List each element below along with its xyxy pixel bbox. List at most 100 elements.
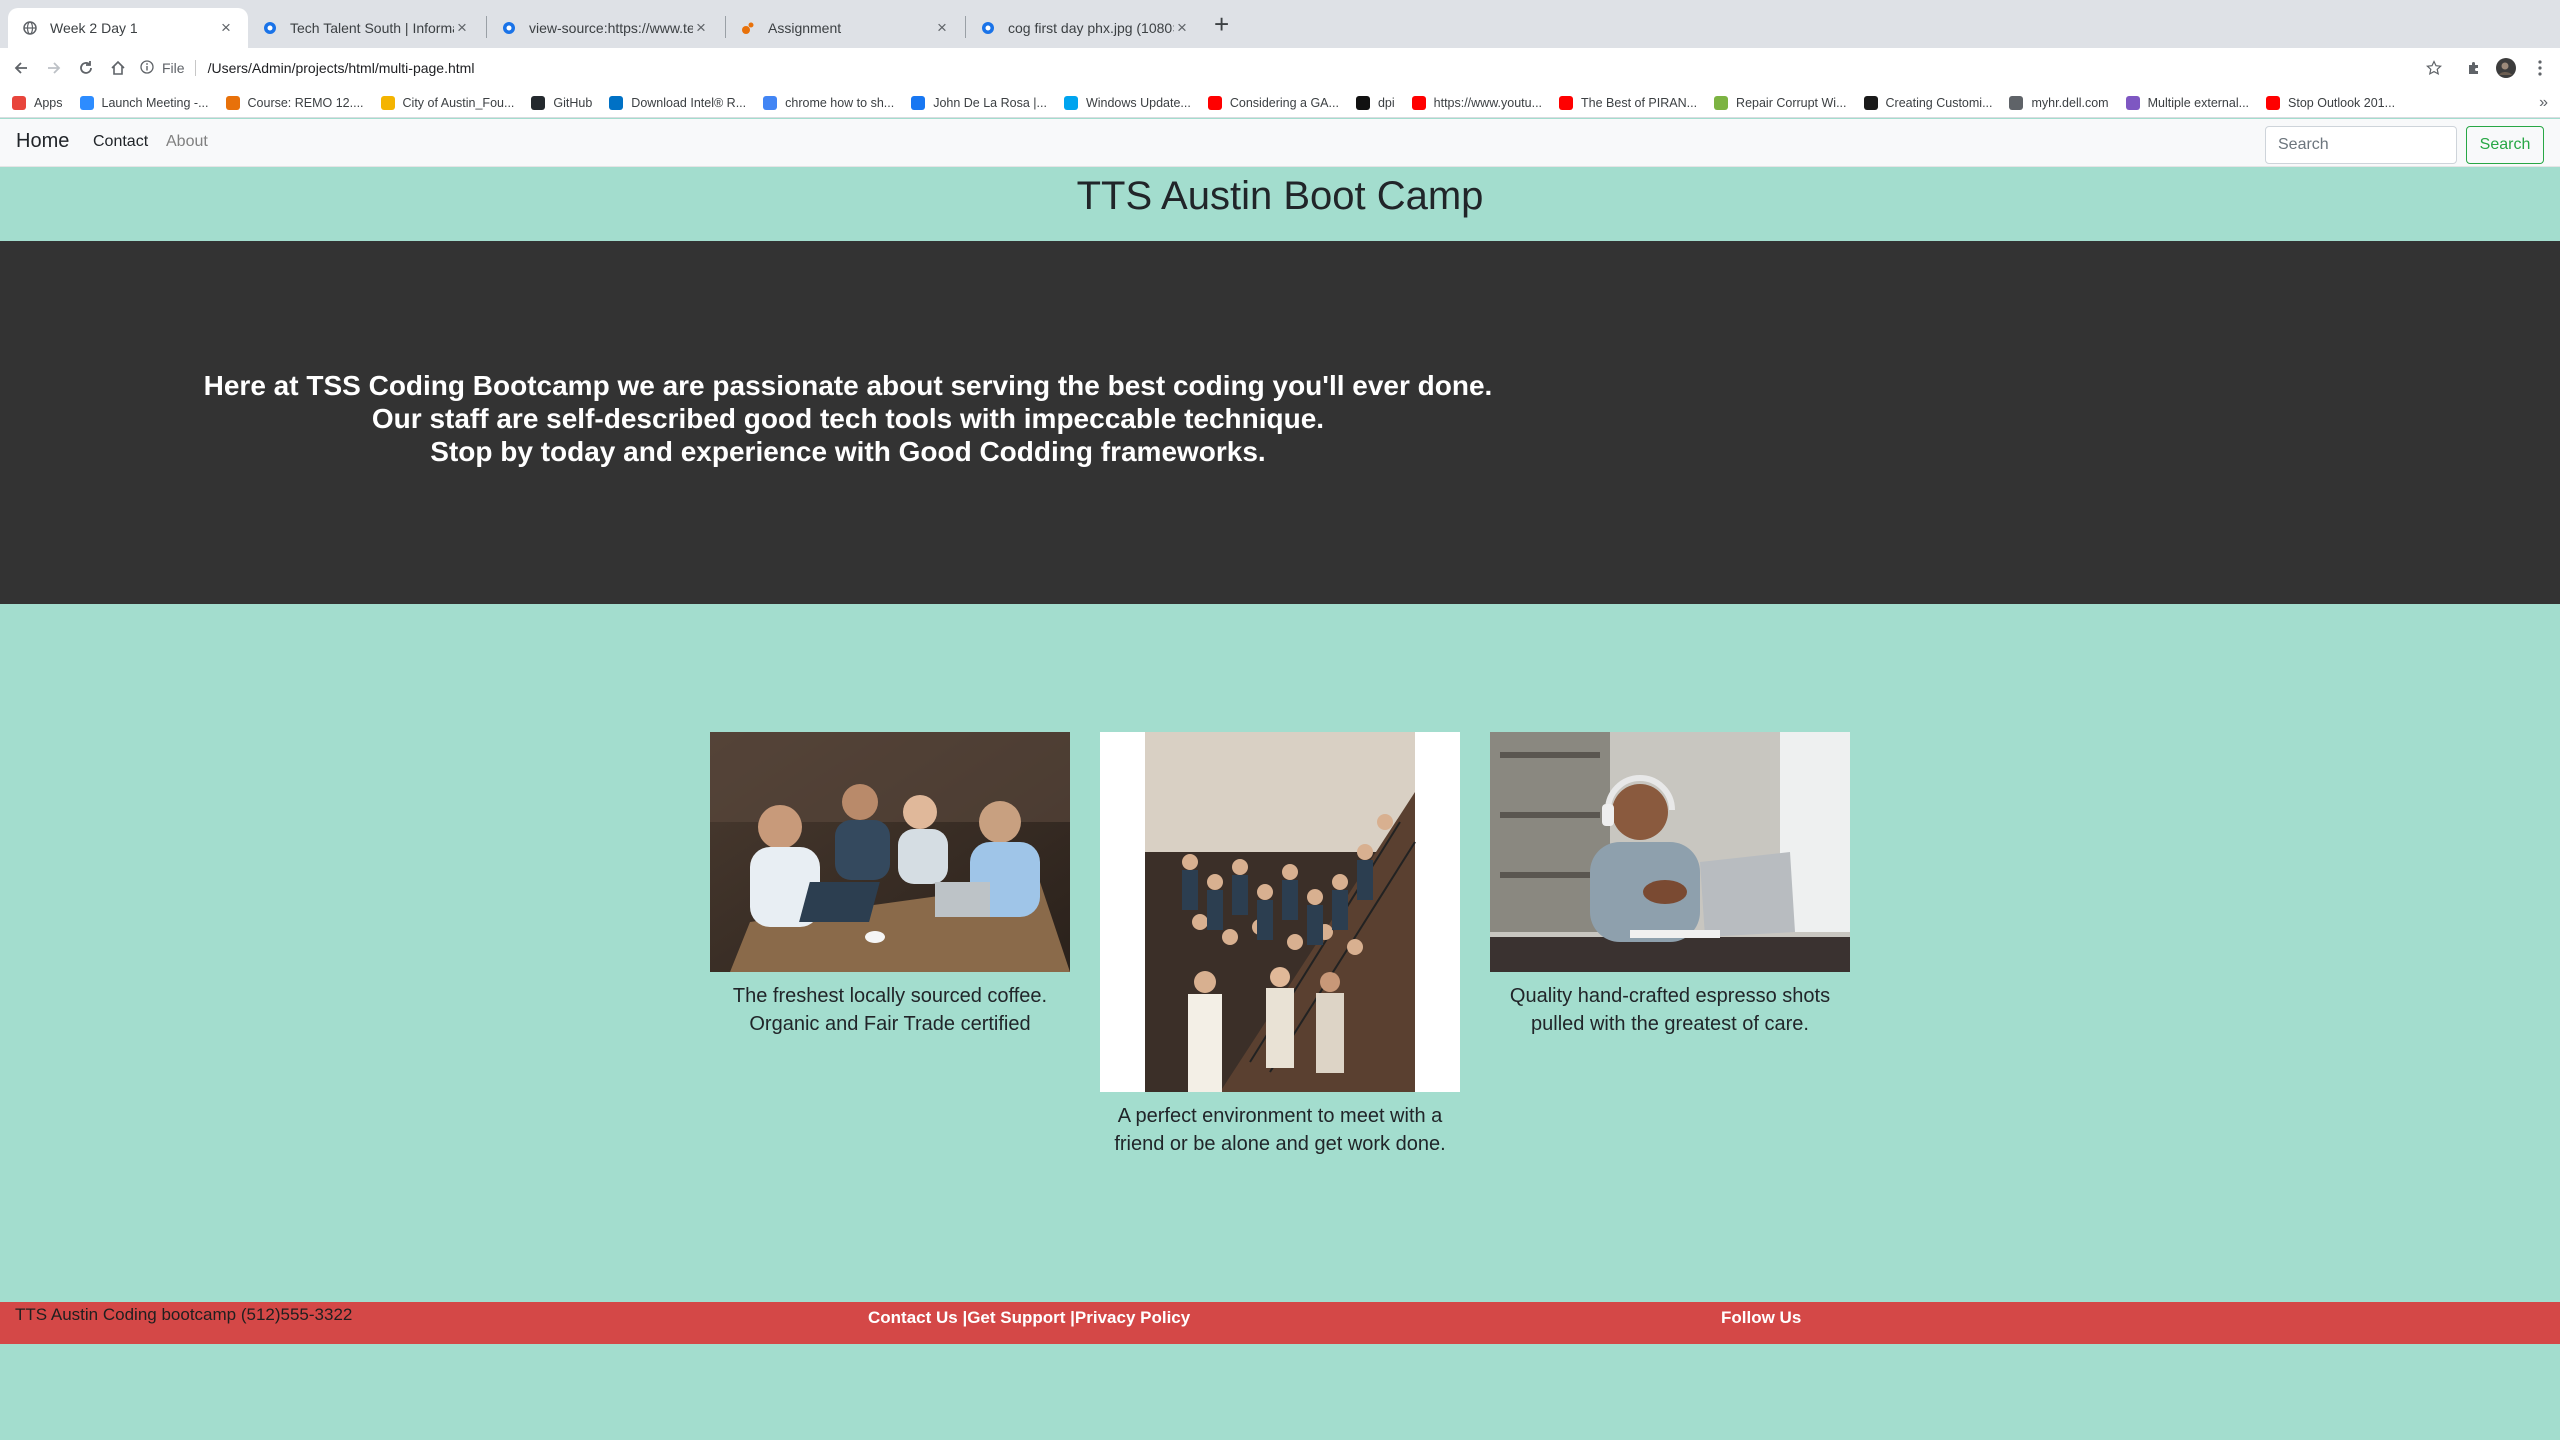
address-scheme-label: File bbox=[162, 60, 196, 76]
bookmark-item[interactable]: Launch Meeting -... bbox=[79, 95, 209, 110]
bookmark-favicon-icon bbox=[225, 95, 240, 110]
caption-line: A perfect environment to meet with a bbox=[1117, 1105, 1443, 1127]
tab-close-icon[interactable]: × bbox=[218, 18, 234, 38]
search-input[interactable] bbox=[2265, 126, 2457, 164]
bookmark-label: Creating Customi... bbox=[1885, 95, 1993, 110]
tab-close-icon[interactable]: × bbox=[454, 18, 470, 38]
nav-link-about[interactable]: About bbox=[166, 133, 208, 151]
tab-close-icon[interactable]: × bbox=[934, 18, 950, 38]
bookmark-item[interactable]: myhr.dell.com bbox=[2009, 95, 2109, 110]
bookmark-item[interactable]: Considering a GA... bbox=[1207, 95, 1339, 110]
card-caption: The freshest locally sourced coffee. Org… bbox=[710, 982, 1070, 1038]
bookmark-label: Stop Outlook 201... bbox=[2288, 95, 2396, 110]
back-icon[interactable] bbox=[9, 56, 33, 80]
feature-card: Quality hand-crafted espresso shots pull… bbox=[1490, 732, 1850, 1038]
card-caption: Quality hand-crafted espresso shots pull… bbox=[1490, 982, 1850, 1038]
new-tab-button[interactable]: + bbox=[1214, 11, 1229, 37]
nav-brand-home[interactable]: Home bbox=[16, 130, 69, 153]
bookmark-favicon-icon bbox=[911, 95, 926, 110]
info-icon[interactable] bbox=[140, 59, 154, 77]
bookmark-favicon-icon bbox=[1411, 95, 1426, 110]
man-laptop-photo bbox=[1490, 732, 1850, 972]
caption-line: friend or be alone and get work done. bbox=[1114, 1133, 1446, 1155]
bookmark-favicon-icon bbox=[2009, 95, 2024, 110]
caption-line: The freshest locally sourced coffee. bbox=[732, 985, 1048, 1007]
bookmark-label: GitHub bbox=[553, 95, 593, 110]
bookmark-label: Apps bbox=[34, 95, 63, 110]
tab-cog-first-day[interactable]: cog first day phx.jpg (1080×10 × bbox=[966, 8, 1204, 48]
profile-avatar[interactable] bbox=[2494, 56, 2518, 80]
bookmark-label: Considering a GA... bbox=[1229, 95, 1339, 110]
bookmark-item[interactable]: Windows Update... bbox=[1063, 95, 1191, 110]
bookmark-item[interactable]: City of Austin_Fou... bbox=[380, 95, 515, 110]
hero-text: Here at TSS Coding Bootcamp we are passi… bbox=[150, 369, 1546, 468]
address-url[interactable]: /Users/Admin/projects/html/multi-page.ht… bbox=[208, 60, 475, 76]
menu-kebab-icon[interactable] bbox=[2528, 56, 2552, 80]
hubspot-icon bbox=[740, 20, 756, 36]
caption-line: Organic and Fair Trade certified bbox=[749, 1013, 1031, 1035]
nav-link-contact[interactable]: Contact bbox=[93, 133, 148, 151]
bookmark-item[interactable]: Multiple external... bbox=[2125, 95, 2250, 110]
caption-line: pulled with the greatest of care. bbox=[1531, 1013, 1809, 1035]
hero-line: Here at TSS Coding Bootcamp we are passi… bbox=[203, 370, 1493, 401]
home-icon[interactable] bbox=[106, 56, 130, 80]
bookmark-item[interactable]: Download Intel® R... bbox=[609, 95, 747, 110]
bookmark-label: dpi bbox=[1377, 95, 1395, 110]
bookmark-item[interactable]: Creating Customi... bbox=[1863, 95, 1993, 110]
reload-icon[interactable] bbox=[74, 56, 98, 80]
bookmark-favicon-icon bbox=[2125, 95, 2140, 110]
bookmark-item[interactable]: Stop Outlook 201... bbox=[2266, 95, 2396, 110]
bookmark-item[interactable]: GitHub bbox=[531, 95, 593, 110]
search-button[interactable]: Search bbox=[2466, 126, 2544, 164]
tab-week-2-day-1[interactable]: Week 2 Day 1 × bbox=[8, 8, 248, 48]
bookmark-favicon-icon bbox=[79, 95, 94, 110]
tab-close-icon[interactable]: × bbox=[693, 18, 709, 38]
bookmark-favicon-icon bbox=[1714, 95, 1729, 110]
tab-title: Assignment bbox=[768, 20, 842, 36]
team-meeting-photo bbox=[710, 732, 1070, 972]
tab-tech-talent-south[interactable]: Tech Talent South | Information × bbox=[248, 8, 484, 48]
bookmark-item[interactable]: https://www.youtu... bbox=[1411, 95, 1542, 110]
bookmark-item[interactable]: Repair Corrupt Wi... bbox=[1714, 95, 1847, 110]
bookmark-label: Download Intel® R... bbox=[631, 95, 747, 110]
tab-view-source[interactable]: view-source:https://www.techt × bbox=[487, 8, 723, 48]
bookmark-label: The Best of PIRAN... bbox=[1581, 95, 1698, 110]
bookmark-item[interactable]: Apps bbox=[12, 95, 63, 110]
hero-line: Stop by today and experience with Good C… bbox=[430, 436, 1266, 467]
bookmark-item[interactable]: chrome how to sh... bbox=[763, 95, 894, 110]
bookmark-label: Multiple external... bbox=[2147, 95, 2250, 110]
apps-grid-icon bbox=[12, 95, 26, 110]
footer-follow-us[interactable]: Follow Us bbox=[1721, 1308, 1801, 1328]
address-bar[interactable]: File /Users/Admin/projects/html/multi-pa… bbox=[140, 52, 2440, 84]
bookmark-label: myhr.dell.com bbox=[2031, 95, 2109, 110]
tab-title: view-source:https://www.techt bbox=[529, 20, 693, 36]
bookmark-item[interactable]: John De La Rosa |... bbox=[911, 95, 1047, 110]
bookmark-label: Windows Update... bbox=[1085, 95, 1191, 110]
hero-line: Our staff are self-described good tech t… bbox=[371, 403, 1325, 434]
tab-assignment[interactable]: Assignment × bbox=[726, 8, 964, 48]
extensions-icon[interactable] bbox=[2462, 56, 2486, 80]
bookmark-favicon-icon bbox=[2266, 95, 2281, 110]
tab-title: cog first day phx.jpg (1080×10 bbox=[1008, 20, 1174, 36]
bookmark-favicon-icon bbox=[1355, 95, 1370, 110]
forward-icon[interactable] bbox=[42, 56, 66, 80]
page-title: TTS Austin Boot Camp bbox=[1076, 174, 1484, 218]
bookmarks-overflow-icon[interactable]: » bbox=[2539, 94, 2548, 112]
site-icon bbox=[980, 20, 996, 36]
bookmark-label: City of Austin_Fou... bbox=[402, 95, 515, 110]
footer-links[interactable]: Contact Us |Get Support |Privacy Policy bbox=[868, 1308, 1190, 1328]
feature-card: The freshest locally sourced coffee. Org… bbox=[710, 732, 1070, 1038]
bookmark-star-icon[interactable] bbox=[2422, 56, 2446, 80]
bookmark-item[interactable]: dpi bbox=[1355, 95, 1395, 110]
bookmark-item[interactable]: Course: REMO 12.... bbox=[225, 95, 364, 110]
bookmark-label: Repair Corrupt Wi... bbox=[1736, 95, 1847, 110]
feature-card: A perfect environment to meet with a fri… bbox=[1100, 732, 1460, 1158]
hero-section: Here at TSS Coding Bootcamp we are passi… bbox=[0, 241, 2560, 604]
browser-tab-strip: Week 2 Day 1 × Tech Talent South | Infor… bbox=[0, 0, 2560, 48]
bookmark-label: Course: REMO 12.... bbox=[247, 95, 364, 110]
tab-close-icon[interactable]: × bbox=[1174, 18, 1190, 38]
bookmark-favicon-icon bbox=[609, 95, 624, 110]
card-caption: A perfect environment to meet with a fri… bbox=[1100, 1102, 1460, 1158]
bookmark-favicon-icon bbox=[1207, 95, 1222, 110]
bookmark-item[interactable]: The Best of PIRAN... bbox=[1559, 95, 1698, 110]
